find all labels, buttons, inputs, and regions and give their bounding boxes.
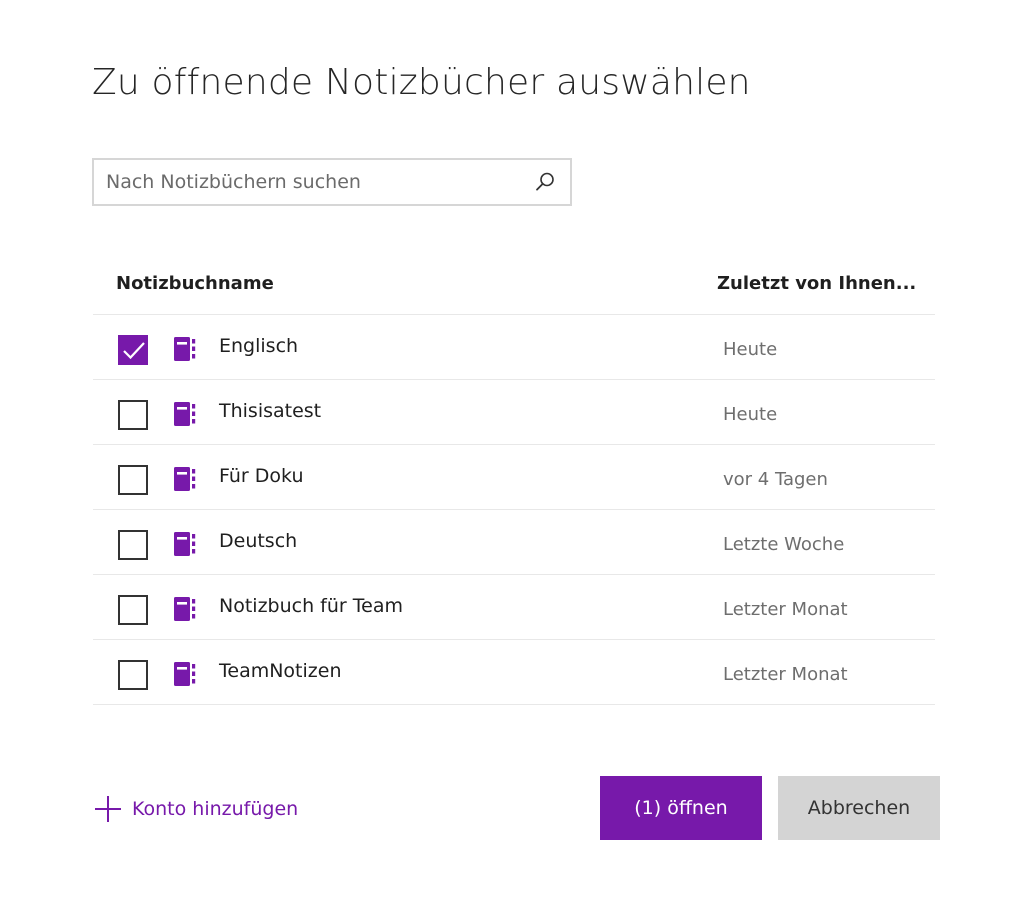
notebook-name: Deutsch <box>219 530 298 552</box>
notebook-last-opened: vor 4 Tagen <box>723 469 828 490</box>
search-box[interactable] <box>92 158 572 206</box>
notebook-name: Englisch <box>219 335 299 357</box>
notebook-checkbox[interactable] <box>118 595 148 625</box>
notebook-name: Notizbuch für Team <box>219 595 403 617</box>
notebook-row-englisch[interactable]: Englisch Heute <box>93 315 935 380</box>
column-header-name[interactable]: Notizbuchname <box>116 273 274 294</box>
open-notebooks-dialog: Zu öffnende Notizbücher auswählen Notizb… <box>0 0 1032 904</box>
notebook-icon <box>174 337 196 361</box>
column-header-last-opened[interactable]: Zuletzt von Ihnen... <box>717 273 916 294</box>
notebook-checkbox[interactable] <box>118 335 148 365</box>
notebook-checkbox[interactable] <box>118 400 148 430</box>
plus-icon <box>95 796 121 822</box>
notebook-icon <box>174 597 196 621</box>
notebook-last-opened: Letzter Monat <box>723 664 848 685</box>
notebook-last-opened: Letzte Woche <box>723 534 845 555</box>
cancel-button[interactable]: Abbrechen <box>778 776 940 840</box>
notebook-checkbox[interactable] <box>118 530 148 560</box>
add-account-label[interactable]: Konto hinzufügen <box>132 798 298 820</box>
notebook-last-opened: Heute <box>723 404 778 425</box>
notebook-row-notizbuch-fur-team[interactable]: Notizbuch für Team Letzter Monat <box>93 575 935 640</box>
notebook-icon <box>174 662 196 686</box>
notebook-checkbox[interactable] <box>118 660 148 690</box>
notebook-last-opened: Letzter Monat <box>723 599 848 620</box>
notebook-name: Thisisatest <box>219 400 322 422</box>
notebook-icon <box>174 467 196 491</box>
notebook-row-teamnotizen[interactable]: TeamNotizen Letzter Monat <box>93 640 935 705</box>
checkmark-icon <box>123 342 145 360</box>
dialog-title: Zu öffnende Notizbücher auswählen <box>92 62 751 103</box>
notebook-row-deutsch[interactable]: Deutsch Letzte Woche <box>93 510 935 575</box>
notebook-icon <box>174 532 196 556</box>
notebook-name: Für Doku <box>219 465 304 487</box>
open-button[interactable]: (1) öffnen <box>600 776 762 840</box>
notebook-last-opened: Heute <box>723 339 778 360</box>
notebook-row-fur-doku[interactable]: Für Doku vor 4 Tagen <box>93 445 935 510</box>
notebook-row-thisisatest[interactable]: Thisisatest Heute <box>93 380 935 445</box>
add-account-link[interactable]: Konto hinzufügen <box>94 794 298 824</box>
search-icon[interactable] <box>534 171 556 193</box>
notebook-icon <box>174 402 196 426</box>
notebook-name: TeamNotizen <box>219 660 342 682</box>
notebook-checkbox[interactable] <box>118 465 148 495</box>
notebook-list: Englisch Heute Thisisatest Heute Für Dok… <box>93 314 935 705</box>
search-input[interactable] <box>106 160 526 204</box>
